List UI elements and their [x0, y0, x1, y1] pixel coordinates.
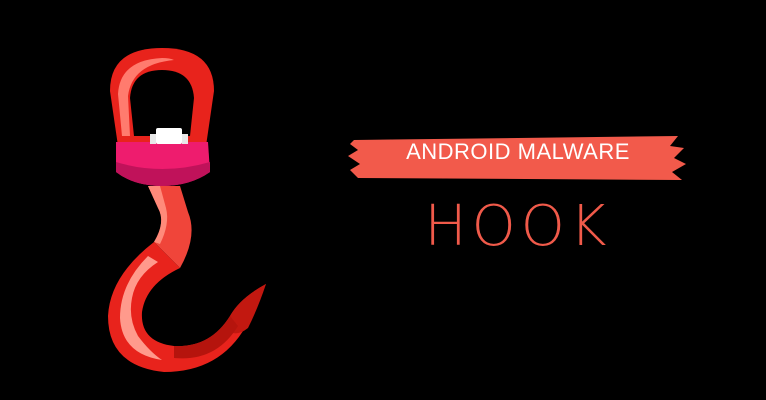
hook-eye-hole: [130, 70, 194, 136]
crane-hook-icon: [108, 48, 266, 372]
banner-label: ANDROID MALWARE: [406, 139, 630, 164]
hook-bolt: [156, 128, 182, 144]
page-title: HOOK: [424, 194, 612, 259]
hero-banner: ANDROID MALWARE HOOK: [0, 0, 766, 400]
title-group: ANDROID MALWARE HOOK: [340, 128, 700, 278]
